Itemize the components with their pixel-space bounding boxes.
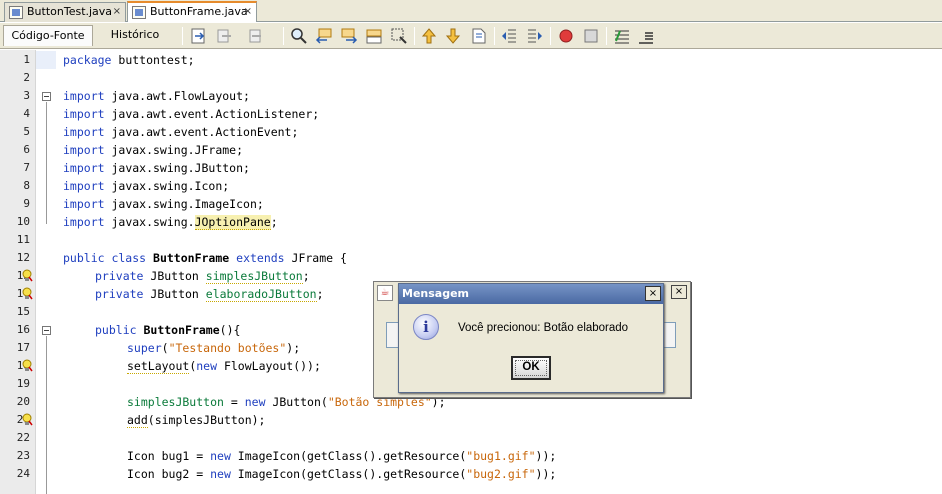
line-number: 10 [16,215,30,228]
toolbar-separator [414,27,415,45]
line-number: 5 [23,125,30,138]
previous-bookmark-icon[interactable] [500,27,518,45]
fold-guide [46,336,47,494]
line-number: 4 [23,107,30,120]
line-number-gutter: 1 2 3 4 5 6 7 8 9 10 11 12 13 14 15 16 1… [0,50,36,494]
line-number: 1 [23,53,30,66]
line-number: 7 [23,161,30,174]
ok-button[interactable]: OK [511,356,551,380]
editor-toolbar: Código-Fonte Histórico [0,23,942,49]
close-window-button[interactable]: × [671,285,687,299]
tab-buttontest-java[interactable]: ButtonTest.java × [4,2,126,22]
code-line: import javax.swing.Icon; [63,179,230,193]
code-line: Icon bug2 = new ImageIcon(getClass().get… [127,467,557,481]
line-number: 8 [23,179,30,192]
dialog-message: Você precionou: Botão elaborado [458,322,629,334]
tab-buttonframe-java[interactable]: ButtonFrame.java × [127,1,257,22]
tab-label: ButtonFrame.java [150,5,248,18]
find-next-icon[interactable] [340,27,358,45]
code-line: import javax.swing.JOptionPane; [63,215,278,230]
find-previous-icon[interactable] [315,27,333,45]
code-line: Icon bug1 = new ImageIcon(getClass().get… [127,449,557,463]
hint-bulb-icon[interactable] [21,287,33,300]
toolbar-separator [550,27,551,45]
code-line: import java.awt.event.ActionEvent; [63,125,299,139]
line-number: 6 [23,143,30,156]
shift-down-icon[interactable] [444,27,462,45]
comment-icon[interactable] [613,27,631,45]
code-editor[interactable]: package buttontest; import java.awt.Flow… [56,50,942,494]
line-number: 23 [16,449,30,462]
line-number: 19 [16,377,30,390]
code-line: import java.awt.FlowLayout; [63,89,250,103]
code-line: package buttontest; [63,53,195,67]
line-number: 17 [16,341,30,354]
hint-bulb-icon[interactable] [21,413,33,426]
close-dialog-button[interactable]: × [645,286,661,301]
find-selection-icon[interactable] [390,27,408,45]
line-number: 20 [16,395,30,408]
toggle-highlight-icon[interactable] [365,27,383,45]
next-bookmark-icon[interactable] [526,27,544,45]
uncomment-icon[interactable] [637,27,655,45]
back-icon[interactable] [216,27,234,45]
line-number: 15 [16,305,30,318]
close-tab-icon[interactable]: × [244,3,252,21]
editor-tab-bar: ButtonTest.java × ButtonFrame.java × [0,0,942,22]
code-line: public ButtonFrame(){ [95,323,241,337]
dialog-title: Mensagem [399,284,663,304]
java-cup-icon: ☕ [377,285,393,301]
find-icon[interactable] [290,27,308,45]
line-number: 24 [16,467,30,480]
shift-up-icon[interactable] [420,27,438,45]
code-line: import java.awt.event.ActionListener; [63,107,320,121]
code-line: import javax.swing.JFrame; [63,143,244,157]
start-macro-icon[interactable] [557,27,575,45]
go-to-source-icon[interactable] [190,27,208,45]
tab-source[interactable]: Código-Fonte [3,25,93,46]
code-line: add(simplesJButton); [127,413,266,428]
message-dialog[interactable]: Mensagem × i Você precionou: Botão elabo… [398,283,664,393]
stop-macro-icon[interactable] [582,27,600,45]
hint-bulb-icon[interactable] [21,269,33,282]
line-number: 2 [23,71,30,84]
information-icon: i [413,314,439,340]
forward-icon[interactable] [248,27,266,45]
line-number: 9 [23,197,30,210]
toolbar-separator [606,27,607,45]
line-number: 3 [23,89,30,102]
close-tab-icon[interactable]: × [113,3,121,21]
tab-label: ButtonTest.java [27,5,113,18]
toolbar-separator [182,27,183,45]
tab-history[interactable]: Histórico [98,25,172,46]
code-line: private JButton simplesJButton; [95,269,310,284]
code-line: private JButton elaboradoJButton; [95,287,324,302]
code-line: import javax.swing.ImageIcon; [63,197,264,211]
line-number: 12 [16,251,30,264]
java-file-icon [132,6,146,19]
fold-toggle-icon[interactable] [42,326,51,335]
fold-guide [46,102,47,224]
fold-toggle-icon[interactable] [42,92,51,101]
toolbar-separator [283,27,284,45]
toggle-bookmark-icon[interactable] [469,27,487,45]
code-line: public class ButtonFrame extends JFrame … [63,251,347,265]
line-number: 16 [16,323,30,336]
toolbar-separator [494,27,495,45]
hint-bulb-icon[interactable] [21,359,33,372]
line-number: 11 [16,233,30,246]
code-line: import javax.swing.JButton; [63,161,250,175]
java-file-icon [9,6,23,19]
line-number: 22 [16,431,30,444]
code-line: setLayout(new FlowLayout()); [127,359,321,374]
code-line: super("Testando botões"); [127,341,301,355]
